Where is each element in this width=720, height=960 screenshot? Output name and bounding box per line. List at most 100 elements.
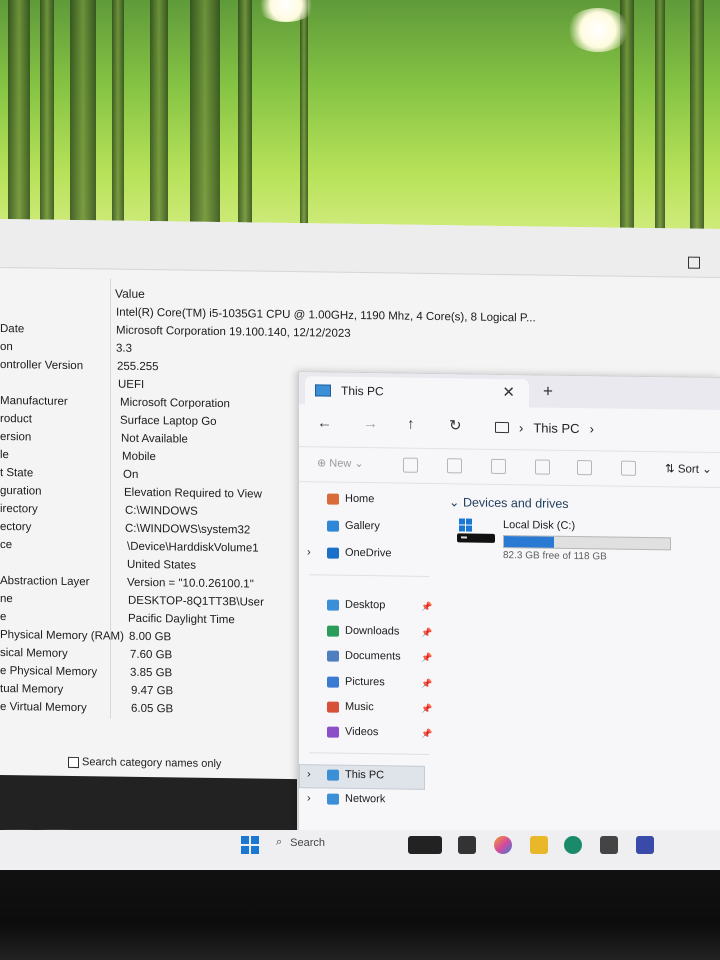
- expand-chevron-icon[interactable]: ›: [307, 768, 311, 780]
- nav-item-this-pc[interactable]: › This PC: [307, 768, 385, 782]
- row-item-label: e Physical Memory: [0, 664, 98, 679]
- row-value: 6.05 GB: [131, 702, 174, 716]
- row-value: Pacific Daylight Time: [128, 612, 235, 627]
- new-tab-button[interactable]: +: [543, 382, 553, 402]
- row-item-label: Physical Memory (RAM): [0, 628, 124, 643]
- rename-icon[interactable]: [535, 459, 550, 475]
- tab-label: This PC: [341, 383, 384, 399]
- this-pc-icon: [327, 769, 339, 781]
- nav-item-gallery[interactable]: Gallery: [327, 520, 380, 532]
- nav-item-label: Network: [345, 792, 386, 806]
- documents-icon: [327, 650, 339, 662]
- nav-item-label: This PC: [345, 768, 385, 782]
- checkbox-icon[interactable]: [68, 756, 79, 768]
- new-label: New: [329, 457, 352, 470]
- row-value: 9.47 GB: [131, 684, 174, 698]
- address-bar[interactable]: › This PC ›: [495, 413, 720, 444]
- close-tab-icon[interactable]: ✕: [502, 383, 515, 401]
- sort-button[interactable]: ⇅ Sort ⌄: [665, 461, 712, 476]
- cut-icon[interactable]: [403, 457, 418, 473]
- nav-item-documents[interactable]: Documents: [327, 650, 401, 663]
- microsoft-store-icon[interactable]: [600, 836, 618, 854]
- taskbar: ⌕ Search: [0, 830, 720, 870]
- up-arrow-icon[interactable]: ↑: [407, 416, 415, 433]
- pictures-icon: [327, 676, 339, 688]
- new-button[interactable]: ⊕ New ⌄: [317, 456, 364, 470]
- pin-icon[interactable]: 📌: [421, 729, 432, 740]
- address-location[interactable]: This PC: [533, 420, 579, 436]
- videos-icon: [327, 726, 339, 738]
- nav-item-home[interactable]: Home: [327, 493, 374, 505]
- nav-item-pictures[interactable]: Pictures: [327, 676, 385, 688]
- row-value: C:\WINDOWS: [125, 504, 198, 518]
- nav-item-onedrive[interactable]: › OneDrive: [307, 546, 392, 560]
- desktop-icon: [327, 599, 339, 611]
- delete-icon[interactable]: [621, 460, 636, 476]
- copilot-icon[interactable]: [494, 836, 512, 854]
- drive-name[interactable]: Local Disk (C:): [503, 519, 575, 532]
- row-item-label: tual Memory: [0, 682, 64, 696]
- back-arrow-icon[interactable]: ←: [317, 414, 332, 431]
- gallery-icon: [327, 520, 339, 532]
- system-information-titlebar: [0, 218, 720, 279]
- explorer-navigation-bar: ← → ↑ ↻ › This PC ›: [299, 404, 720, 450]
- row-item-label: ontroller Version: [0, 358, 84, 373]
- drive-free-space: 82.3 GB free of 118 GB: [503, 549, 607, 563]
- nav-item-label: Desktop: [345, 598, 386, 612]
- edge-browser-icon[interactable]: [564, 836, 582, 854]
- nav-item-videos[interactable]: Videos: [327, 725, 379, 739]
- pin-icon[interactable]: 📌: [421, 704, 432, 715]
- share-icon[interactable]: [577, 460, 592, 476]
- value-column-header[interactable]: Value: [115, 287, 145, 301]
- pin-icon[interactable]: 📌: [421, 602, 432, 613]
- maximize-icon[interactable]: [688, 256, 700, 269]
- local-disk-drive-icon[interactable]: [457, 518, 495, 545]
- nav-item-downloads[interactable]: Downloads: [327, 625, 399, 638]
- pin-icon[interactable]: 📌: [421, 679, 432, 690]
- forward-arrow-icon[interactable]: →: [363, 415, 378, 432]
- nav-item-label: OneDrive: [345, 546, 392, 560]
- task-view-icon[interactable]: [458, 836, 476, 854]
- nav-item-label: Downloads: [345, 624, 400, 638]
- nav-item-desktop[interactable]: Desktop: [327, 598, 386, 612]
- row-item-label: irectory: [0, 502, 38, 516]
- desktop-wallpaper: [0, 0, 720, 250]
- row-item-label: Manufacturer: [0, 394, 68, 408]
- widgets-icon[interactable]: [408, 836, 442, 854]
- row-item-label: ce: [0, 538, 13, 552]
- taskbar-search-box[interactable]: ⌕ Search: [276, 836, 325, 849]
- nav-item-music[interactable]: Music: [327, 701, 374, 713]
- nav-item-label: Videos: [345, 725, 379, 739]
- windows-start-icon[interactable]: [241, 836, 259, 854]
- refresh-icon[interactable]: ↻: [449, 416, 462, 434]
- network-icon: [327, 793, 339, 805]
- laptop-bezel: [0, 870, 720, 960]
- pin-icon[interactable]: 📌: [421, 628, 432, 639]
- paste-icon[interactable]: [491, 458, 506, 475]
- system-information-app-icon[interactable]: [636, 836, 654, 854]
- row-value: Not Available: [121, 432, 188, 446]
- laptop-screen: Value Intel(R) Core(TM) i5-1035G1 CPU @ …: [0, 218, 720, 840]
- row-value: Elevation Required to View: [124, 486, 262, 501]
- bamboo-trunk: [690, 0, 704, 250]
- tab-this-pc[interactable]: This PC ✕: [305, 376, 529, 408]
- bamboo-trunk: [300, 0, 308, 250]
- row-value: 255.255: [117, 360, 159, 374]
- address-chevron-icon[interactable]: ›: [590, 421, 594, 436]
- pin-icon[interactable]: 📌: [421, 653, 432, 664]
- bamboo-trunk: [112, 0, 124, 250]
- expand-chevron-icon[interactable]: ›: [307, 546, 311, 558]
- search-category-names-checkbox[interactable]: Search category names only: [68, 756, 221, 770]
- row-value: UEFI: [118, 378, 145, 391]
- nav-item-network[interactable]: › Network: [307, 792, 386, 806]
- drive-usage-fill: [504, 536, 554, 548]
- copy-icon[interactable]: [447, 458, 462, 474]
- drive-usage-bar: [503, 534, 671, 551]
- row-value: DESKTOP-8Q1TT3B\User: [128, 594, 264, 609]
- row-item-label: roduct: [0, 412, 32, 426]
- file-explorer-taskbar-icon[interactable]: [530, 836, 548, 854]
- row-item-label: e: [0, 610, 7, 624]
- expand-chevron-icon[interactable]: ›: [307, 792, 311, 804]
- background-window-edge: [0, 774, 297, 834]
- devices-and-drives-header[interactable]: ⌄ Devices and drives: [449, 494, 569, 511]
